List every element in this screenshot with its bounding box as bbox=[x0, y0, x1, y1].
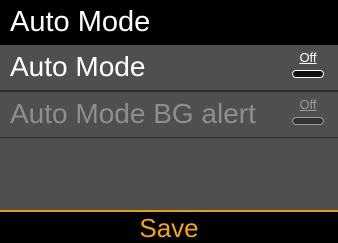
save-button[interactable]: Save bbox=[0, 213, 338, 243]
action-bar: Save bbox=[0, 210, 338, 243]
auto-mode-bg-alert-toggle: Off bbox=[290, 96, 326, 130]
page-title: Auto Mode bbox=[10, 6, 151, 38]
empty-list-area bbox=[0, 138, 338, 210]
setting-row-auto-mode[interactable]: Auto Mode Off bbox=[0, 45, 338, 90]
setting-label-auto-mode: Auto Mode bbox=[10, 51, 146, 82]
title-bar: Auto Mode bbox=[0, 0, 338, 45]
toggle-state-label: Off bbox=[299, 97, 317, 112]
auto-mode-toggle[interactable]: Off bbox=[290, 49, 326, 83]
toggle-state-label: Off bbox=[299, 50, 317, 65]
pump-screen: Auto Mode Auto Mode Off Auto Mode BG ale… bbox=[0, 0, 338, 243]
toggle-switch-icon bbox=[292, 117, 324, 125]
toggle-switch-icon bbox=[292, 70, 324, 78]
setting-label-auto-mode-bg-alert: Auto Mode BG alert bbox=[10, 98, 256, 129]
setting-row-auto-mode-bg-alert: Auto Mode BG alert Off bbox=[0, 92, 338, 137]
